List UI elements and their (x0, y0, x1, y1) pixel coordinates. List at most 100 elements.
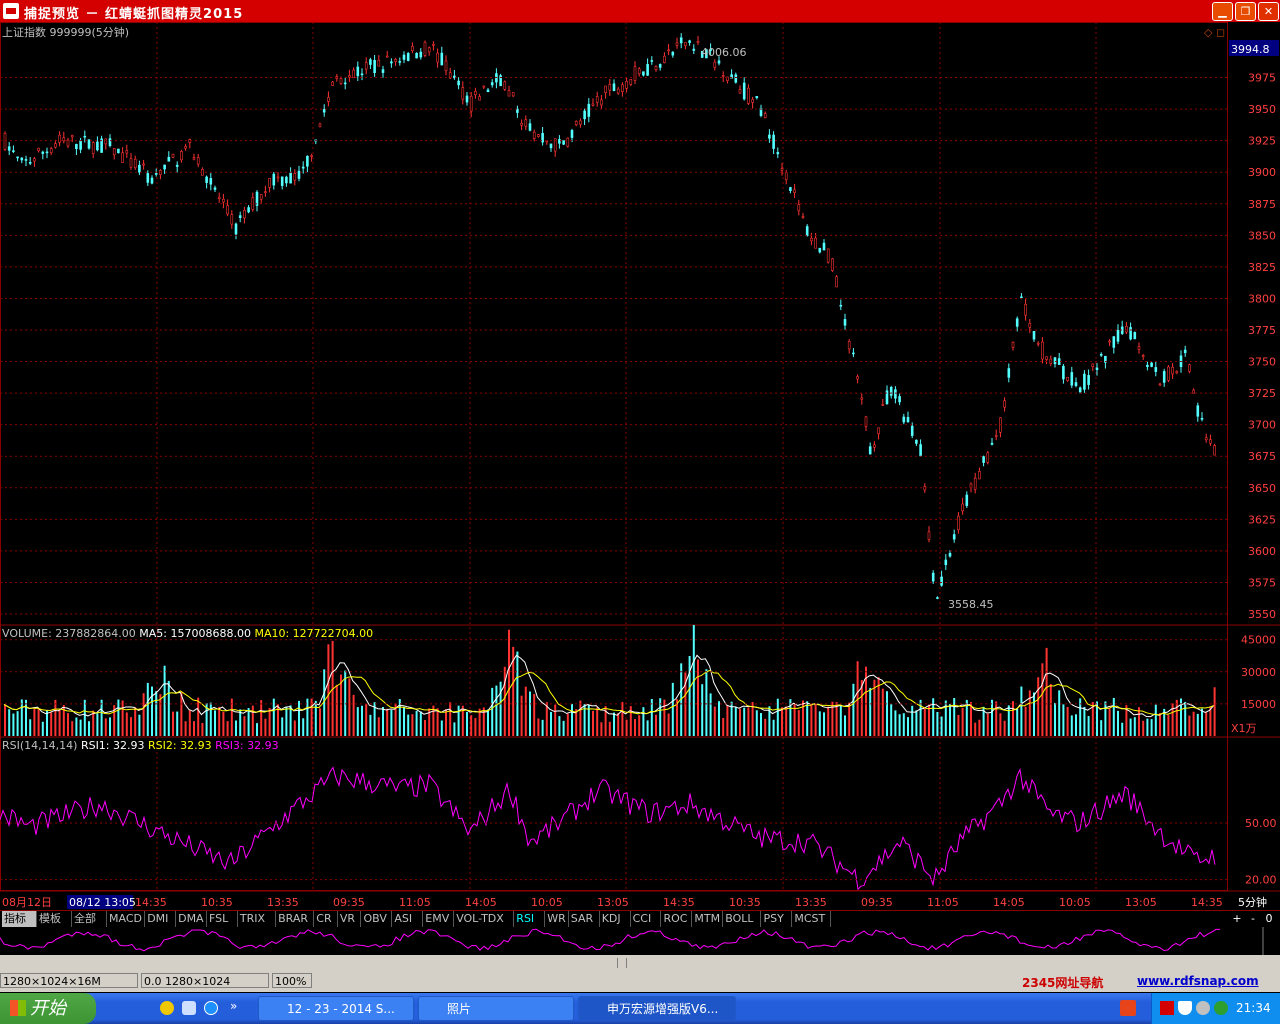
volume-tick-label: 45000 (1241, 634, 1276, 647)
volume-bar (890, 704, 893, 736)
task-button-3[interactable]: 申万宏源增强版V6... (578, 996, 736, 1021)
volume-bar (579, 700, 582, 736)
tab-vr[interactable]: VR (338, 911, 362, 927)
sogou-input-icon[interactable] (1120, 1000, 1136, 1016)
tab-mtm[interactable]: MTM (692, 911, 724, 927)
quicklaunch-browser-icon[interactable] (160, 1001, 174, 1015)
candle (33, 158, 36, 162)
quicklaunch-more-icon[interactable]: » (230, 999, 237, 1013)
tab-psy[interactable]: PSY (762, 911, 793, 927)
volume-bar (814, 704, 817, 736)
candle (146, 173, 150, 183)
time-label: 10:35 (729, 896, 761, 909)
tab-obv[interactable]: OBV (362, 911, 393, 927)
link-2345[interactable]: 2345网址导航 (1022, 974, 1103, 991)
tab-cr[interactable]: CR (314, 911, 338, 927)
volume-bar (390, 709, 393, 736)
volume-bar (1112, 697, 1115, 736)
volume-bar (1066, 706, 1069, 736)
candle (213, 187, 217, 190)
tab-mcst[interactable]: MCST (792, 911, 831, 927)
tab-control-1[interactable]: - (1246, 911, 1260, 927)
tab-kdj[interactable]: KDJ (600, 911, 631, 927)
tab-全部[interactable]: 全部 (72, 911, 107, 927)
tab-sar[interactable]: SAR (569, 911, 600, 927)
volume-bar (571, 703, 573, 736)
candle (373, 59, 376, 73)
minimize-button[interactable]: ▁ (1212, 2, 1233, 21)
candle (222, 198, 225, 203)
tab-macd[interactable]: MACD (107, 911, 146, 927)
candle (91, 142, 95, 154)
candle (45, 151, 49, 154)
volume-bar (772, 719, 775, 736)
volume-bar (1154, 704, 1157, 736)
candle (1183, 349, 1187, 354)
volume-bar (957, 714, 960, 736)
tab-emv[interactable]: EMV (423, 911, 455, 927)
candle (486, 89, 490, 93)
task-button-1[interactable]: 12 - 23 - 2014 S... (258, 996, 414, 1021)
close-button[interactable]: ✕ (1258, 2, 1279, 21)
candle (738, 89, 742, 94)
tab-boll[interactable]: BOLL (723, 911, 762, 927)
volume-bar (1007, 705, 1010, 736)
candle (608, 84, 612, 91)
tab-vol-tdx[interactable]: VOL-TDX (454, 911, 515, 927)
candle (902, 416, 906, 423)
volume-bar (554, 704, 557, 736)
tab-roc[interactable]: ROC (662, 911, 693, 927)
volume-bar (247, 708, 250, 736)
stock-chart[interactable]: 上证指数 999999(5分钟) ◇ ◻ 3994.8 4006.06 3558… (0, 22, 1280, 915)
candle (642, 71, 645, 76)
tab-wr[interactable]: WR (545, 911, 569, 927)
tab-control-2[interactable]: 0 (1262, 911, 1276, 927)
horizontal-scrollbar[interactable] (0, 955, 1280, 971)
volume-bar (650, 699, 653, 736)
task-button-2[interactable]: 照片 (418, 996, 574, 1021)
tab-control-0[interactable]: + (1230, 911, 1244, 927)
period-label[interactable]: 5分钟 (1238, 895, 1267, 909)
tray-network-icon[interactable] (1196, 1001, 1210, 1015)
candle (1200, 418, 1204, 420)
tray-snap-icon[interactable] (1160, 1001, 1174, 1015)
volume-bar (915, 710, 918, 736)
link-rdfsnap[interactable]: www.rdfsnap.com (1137, 974, 1259, 988)
volume-bar (986, 713, 989, 736)
volume-bar (1083, 706, 1086, 736)
scroll-grip-icon[interactable] (617, 958, 627, 968)
tray-security-icon[interactable] (1214, 1001, 1228, 1015)
tab-fsl[interactable]: FSL (207, 911, 238, 927)
candle (797, 204, 801, 212)
tab-模板[interactable]: 模板 (37, 911, 72, 927)
tab-dmi[interactable]: DMI (145, 911, 177, 927)
tab-dma[interactable]: DMA (176, 911, 207, 927)
volume-bar (655, 714, 657, 736)
tray-shield-icon[interactable] (1178, 1001, 1192, 1015)
maximize-button[interactable]: ❐ (1235, 2, 1256, 21)
candle (524, 119, 528, 127)
time-label: 14:05 (993, 896, 1025, 909)
tab-指标[interactable]: 指标 (2, 911, 37, 927)
start-button[interactable]: 开始 (0, 993, 96, 1024)
volume-bar (197, 697, 200, 736)
candle (755, 96, 759, 99)
tab-rsi[interactable]: RSI (514, 911, 546, 927)
candle (852, 352, 855, 355)
candle (1167, 366, 1170, 381)
volume-bar (541, 719, 544, 736)
candle (209, 178, 213, 185)
volume-bar (566, 713, 569, 736)
chart-canvas[interactable]: 上证指数 999999(5分钟) ◇ ◻ 3994.8 4006.06 3558… (0, 22, 1280, 915)
panel-control-icons[interactable]: ◇ ◻ (1204, 26, 1225, 39)
volume-bar (621, 702, 624, 736)
tab-brar[interactable]: BRAR (276, 911, 315, 927)
volume-bar (1196, 713, 1199, 736)
tab-cci[interactable]: CCI (631, 911, 662, 927)
tab-trix[interactable]: TRIX (238, 911, 277, 927)
quicklaunch-desktop-icon[interactable] (182, 1001, 196, 1015)
quicklaunch-ie-icon[interactable] (204, 1001, 218, 1015)
tab-asi[interactable]: ASI (392, 911, 424, 927)
candle (482, 85, 486, 88)
candle (692, 48, 696, 51)
